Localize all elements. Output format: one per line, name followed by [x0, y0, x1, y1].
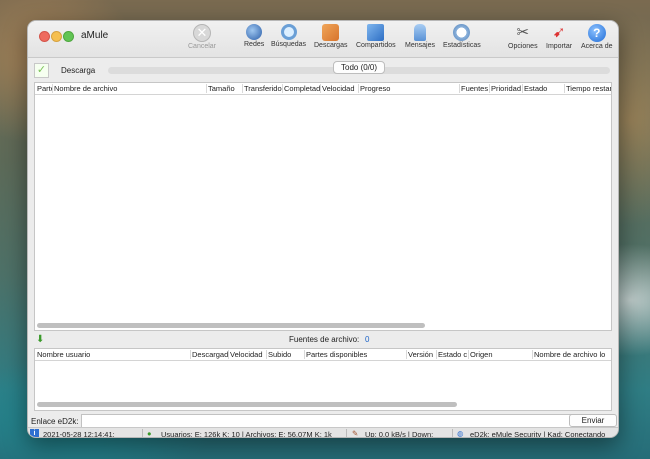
col-transferido[interactable]: Transferido: [244, 84, 283, 93]
options-label: Opciones: [508, 43, 538, 50]
downloads-icon: [322, 24, 340, 41]
status-users: Usuarios: E: 126k K: 10 | Archivos: E: 5…: [161, 430, 332, 438]
col-prioridad[interactable]: Prioridad: [491, 84, 523, 93]
info-icon: i: [30, 429, 39, 437]
col-partes-disponibles[interactable]: Partes disponibles: [306, 350, 407, 359]
col-tiempo-restante[interactable]: Tiempo restante: [566, 84, 611, 93]
col-estado-cola[interactable]: Estado c: [438, 350, 469, 359]
zoom-button[interactable]: [63, 31, 74, 42]
col-origen[interactable]: Origen: [470, 350, 533, 359]
downloads-button[interactable]: Descargas: [314, 24, 347, 49]
messages-label: Mensajes: [405, 42, 435, 49]
networks-icon: [246, 24, 263, 40]
downloads-section-label: Descarga: [61, 66, 96, 75]
status-divider: [346, 429, 347, 437]
messages-icon: [413, 24, 426, 41]
download-arrow-icon: ⬇: [36, 334, 45, 345]
tools-icon: ✂: [516, 24, 530, 41]
magnifier-icon: [280, 24, 297, 40]
minimize-button[interactable]: [51, 31, 62, 42]
users-icon: ●: [147, 429, 152, 438]
col-velocidad[interactable]: Velocidad: [322, 84, 359, 93]
download-check-icon: ✓: [34, 63, 49, 78]
status-divider: [142, 429, 143, 437]
downloads-table[interactable]: Parte Nombre de archivo Tamaño Transferi…: [34, 82, 612, 331]
status-bar: i 2021-05-28 12:14:41: ● Usuarios: E: 12…: [28, 427, 618, 438]
col-nombre-archivo-local[interactable]: Nombre de archivo lo: [534, 350, 611, 359]
cancel-button[interactable]: ✕ Cancelar: [188, 24, 216, 50]
col-estado[interactable]: Estado: [524, 84, 565, 93]
col-subido[interactable]: Subido: [268, 350, 305, 359]
title-bar: aMule ✕ Cancelar Redes Búsquedas Descarg…: [28, 21, 618, 58]
send-button[interactable]: Enviar: [569, 414, 617, 427]
import-button[interactable]: ➹ Importar: [546, 24, 572, 50]
statistics-button[interactable]: Estadísticas: [443, 24, 481, 49]
status-traffic: Up: 0.0 kB/s | Down:: [365, 430, 434, 438]
help-icon: ?: [587, 24, 606, 42]
sources-horizontal-scrollbar[interactable]: [37, 402, 457, 407]
downloads-label: Descargas: [314, 42, 348, 49]
col-velocidad-fuente[interactable]: Velocidad: [230, 350, 267, 359]
close-button[interactable]: [39, 31, 50, 42]
col-fuentes[interactable]: Fuentes: [461, 84, 490, 93]
sources-label: Fuentes de archivo:: [289, 335, 360, 344]
about-button[interactable]: ? Acerca de: [581, 24, 613, 50]
shared-button[interactable]: Compartidos: [356, 24, 396, 49]
sources-count: 0: [365, 335, 370, 344]
networks-label: Redes: [244, 41, 265, 48]
col-nombre-usuario[interactable]: Nombre usuario: [37, 350, 191, 359]
col-completado[interactable]: Completado: [284, 84, 321, 93]
import-label: Importar: [546, 43, 573, 50]
downloads-table-header: Parte Nombre de archivo Tamaño Transferi…: [35, 83, 611, 95]
shared-label: Compartidos: [356, 42, 396, 49]
gauge-icon: [453, 24, 471, 41]
cancel-icon: ✕: [193, 24, 211, 42]
col-nombre-archivo[interactable]: Nombre de archivo: [54, 84, 207, 93]
searches-label: Búsquedas: [271, 41, 307, 48]
statistics-label: Estadísticas: [443, 42, 481, 49]
col-tamano[interactable]: Tamaño: [208, 84, 243, 93]
status-timestamp: 2021-05-28 12:14:41:: [43, 430, 115, 438]
traffic-icon: ✎: [352, 429, 359, 438]
status-divider: [452, 429, 453, 437]
downloads-horizontal-scrollbar[interactable]: [37, 323, 425, 328]
window-title: aMule: [81, 30, 109, 41]
cancel-label: Cancelar: [188, 43, 217, 50]
options-button[interactable]: ✂ Opciones: [508, 24, 538, 50]
col-parte[interactable]: Parte: [37, 84, 53, 93]
about-label: Acerca de: [581, 43, 613, 50]
col-progreso[interactable]: Progreso: [360, 84, 460, 93]
networks-button[interactable]: Redes: [244, 24, 264, 48]
messages-button[interactable]: Mensajes: [405, 24, 435, 49]
filter-all-button[interactable]: Todo (0/0): [333, 61, 386, 74]
sources-table-header: Nombre usuario Descargado Velocidad Subi…: [35, 349, 611, 361]
shared-files-icon: [367, 24, 385, 41]
amule-window: aMule ✕ Cancelar Redes Búsquedas Descarg…: [27, 20, 619, 438]
status-network: eD2k: eMule Security | Kad: Conectando: [470, 430, 606, 438]
ed2k-link-label: Enlace eD2k:: [31, 417, 79, 426]
col-descargado[interactable]: Descargado: [192, 350, 229, 359]
searches-button[interactable]: Búsquedas: [271, 24, 306, 48]
import-icon: ➹: [552, 24, 566, 41]
network-globe-icon: ◍: [457, 429, 464, 438]
sources-table[interactable]: Nombre usuario Descargado Velocidad Subi…: [34, 348, 612, 411]
col-version[interactable]: Versión: [408, 350, 437, 359]
